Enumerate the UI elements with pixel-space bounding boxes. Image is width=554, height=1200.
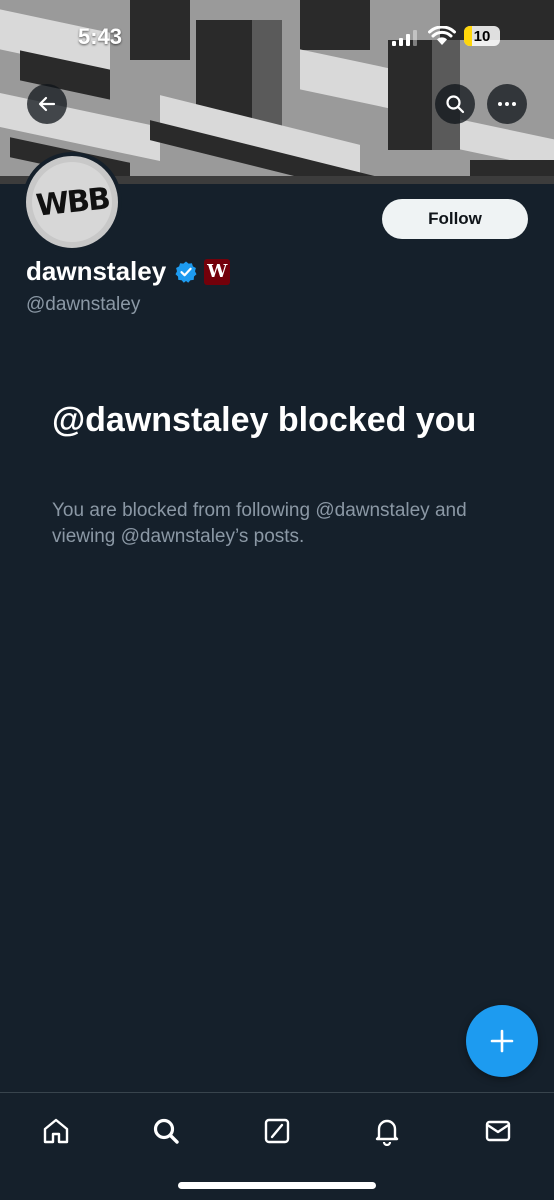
battery-percent: 10 bbox=[473, 27, 491, 45]
blocked-title: @dawnstaley blocked you bbox=[52, 401, 477, 439]
display-name: dawnstaley bbox=[26, 256, 167, 286]
avatar[interactable]: WBB bbox=[22, 152, 122, 252]
tab-home[interactable] bbox=[36, 1111, 76, 1151]
avatar-image: WBB bbox=[32, 162, 112, 242]
tab-messages[interactable] bbox=[478, 1111, 518, 1151]
profile-screen: 5:43 10 WBB Follow dawnstaley W @dawnsta… bbox=[0, 0, 554, 1200]
blocked-description: You are blocked from following @dawnstal… bbox=[52, 500, 467, 547]
back-button[interactable] bbox=[27, 84, 67, 124]
cellular-signal-icon bbox=[392, 30, 417, 46]
battery-indicator: 10 bbox=[464, 26, 500, 46]
arrow-left-icon bbox=[38, 96, 56, 112]
bell-icon bbox=[375, 1119, 399, 1146]
tab-search[interactable] bbox=[146, 1111, 186, 1151]
search-icon bbox=[446, 95, 465, 114]
avatar-text: WBB bbox=[33, 180, 111, 224]
search-button[interactable] bbox=[435, 84, 475, 124]
wifi-icon bbox=[428, 26, 456, 45]
search-icon bbox=[153, 1118, 179, 1144]
profile-handle: @dawnstaley bbox=[26, 294, 141, 315]
more-options-button[interactable] bbox=[487, 84, 527, 124]
compose-button[interactable] bbox=[466, 1005, 538, 1077]
home-icon bbox=[43, 1118, 69, 1144]
battery-level bbox=[464, 26, 472, 46]
grok-icon bbox=[264, 1118, 290, 1144]
affiliation-badge[interactable]: W bbox=[204, 258, 231, 285]
affiliation-text: W bbox=[207, 261, 228, 282]
more-icon bbox=[498, 102, 516, 106]
profile-name-row: dawnstaley W bbox=[26, 256, 231, 287]
tab-grok[interactable] bbox=[257, 1111, 297, 1151]
plus-icon bbox=[490, 1029, 514, 1053]
follow-button[interactable]: Follow bbox=[382, 199, 528, 239]
mail-icon bbox=[485, 1120, 511, 1142]
home-indicator[interactable] bbox=[178, 1182, 376, 1189]
status-time: 5:43 bbox=[78, 24, 123, 49]
verified-badge-icon[interactable] bbox=[174, 260, 198, 284]
tab-notifications[interactable] bbox=[367, 1111, 407, 1151]
